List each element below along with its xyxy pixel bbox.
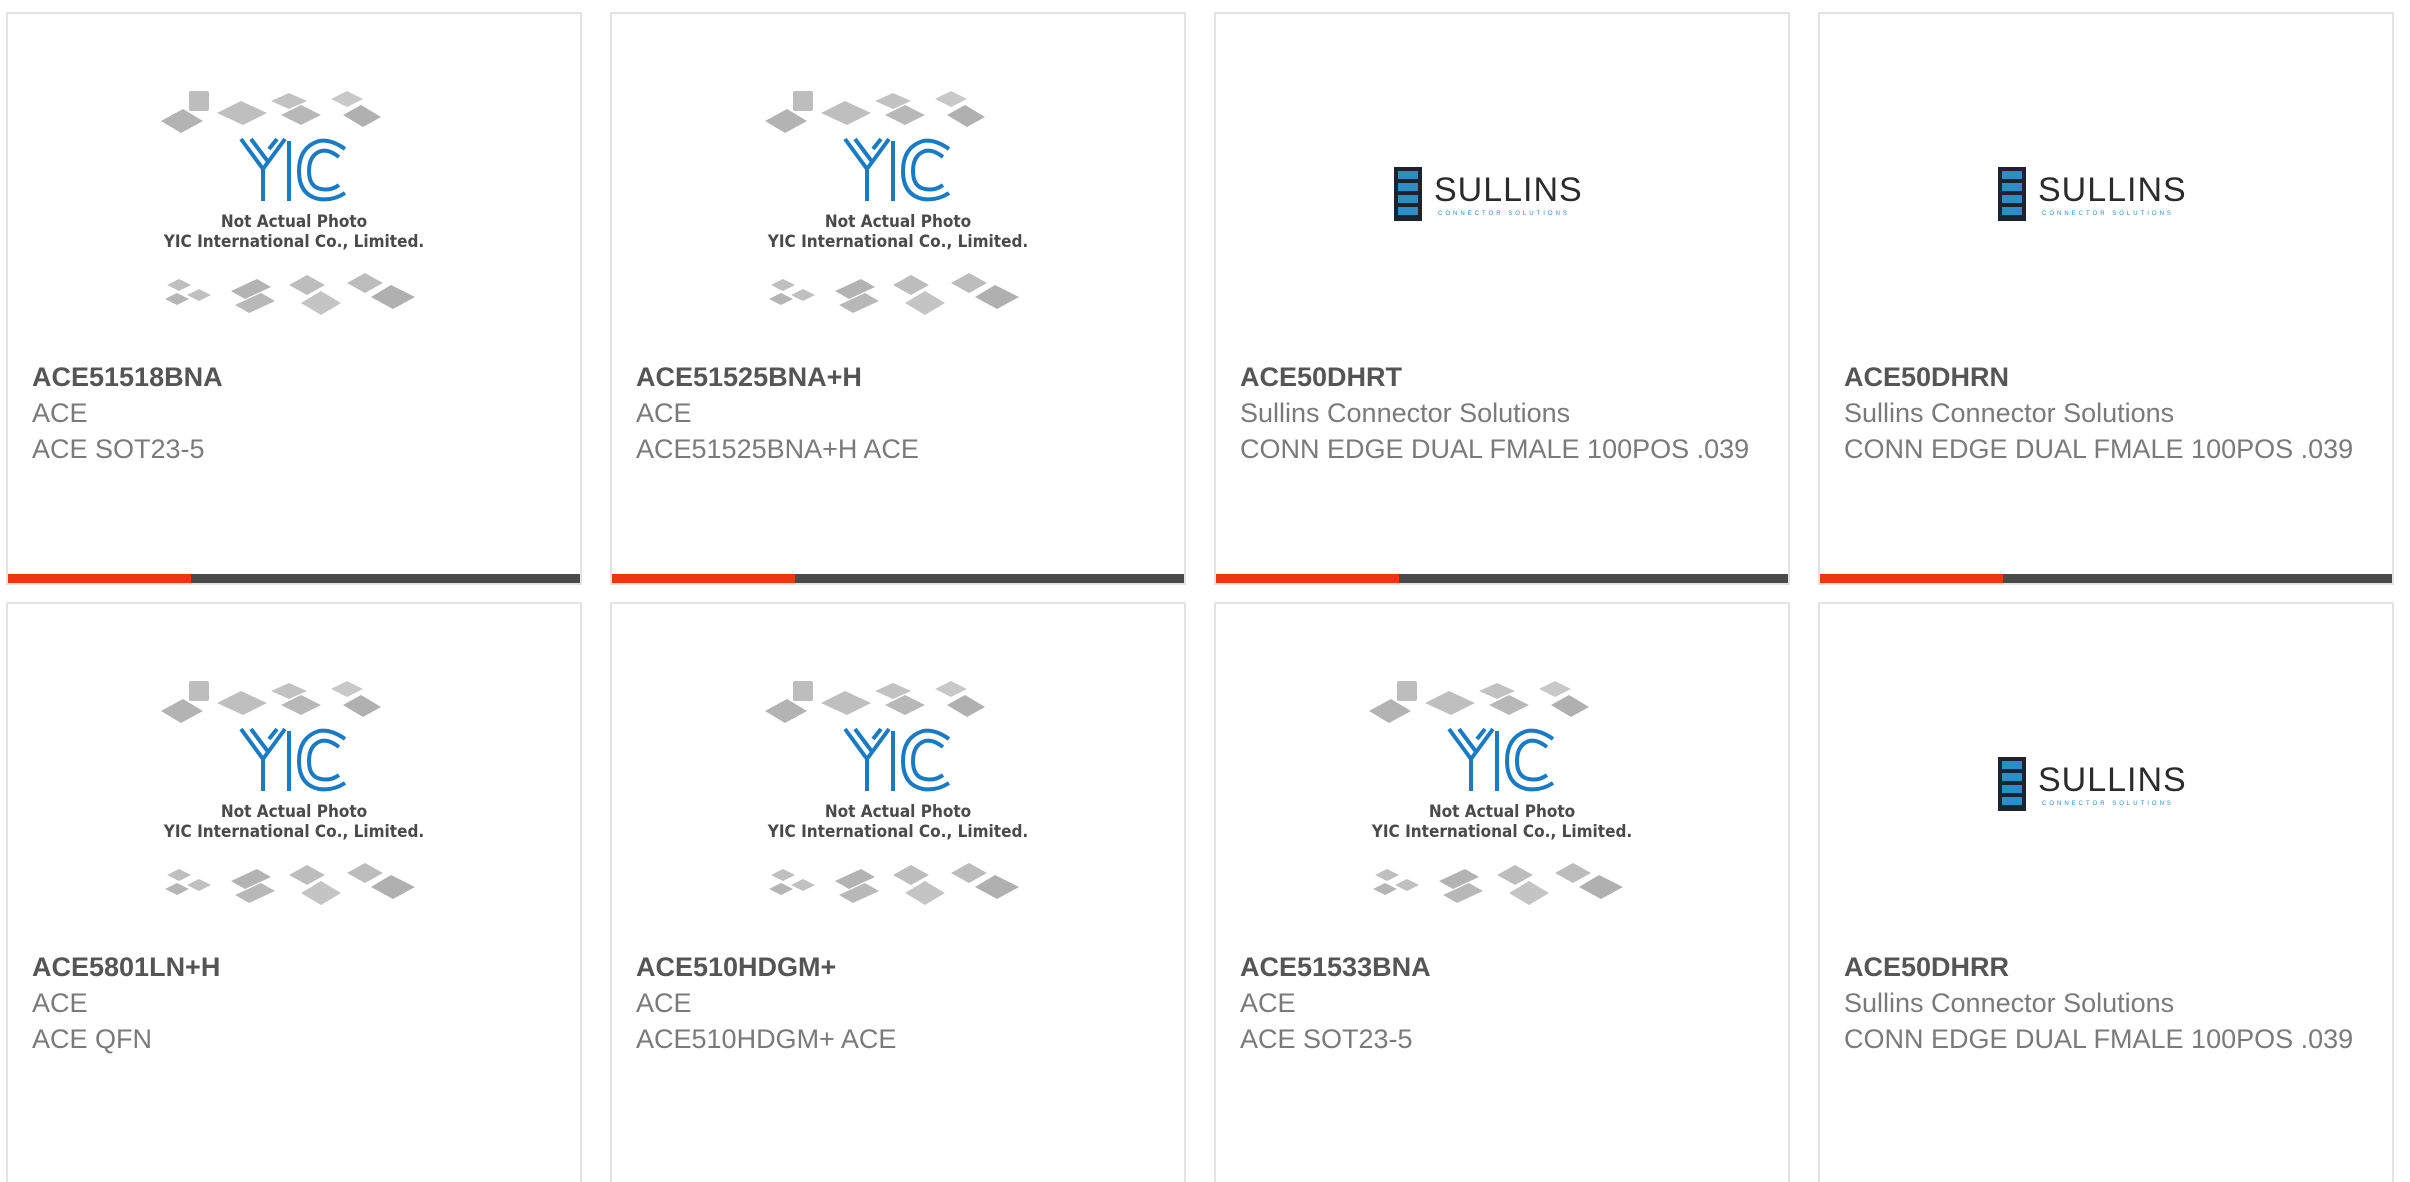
product-brand: Sullins Connector Solutions xyxy=(1844,988,2175,1018)
product-grid: Not Actual Photo YIC International Co., … xyxy=(0,0,2410,1182)
product-description: ACE SOT23-5 xyxy=(32,434,205,464)
product-image-yic[interactable]: Not Actual Photo YIC International Co., … xyxy=(612,679,1184,949)
product-part-number[interactable]: ACE50DHRR xyxy=(1844,949,2372,985)
product-card[interactable]: Not Actual Photo YIC International Co., … xyxy=(1214,602,1790,1182)
chip-icons-bottom xyxy=(165,273,415,315)
sullins-wordmark: SULLINS xyxy=(2038,761,2187,799)
product-card[interactable]: Not Actual Photo YIC International Co., … xyxy=(6,12,582,585)
card-bottom-bar xyxy=(612,574,1184,583)
yic-caption-line1: Not Actual Photo xyxy=(221,802,367,822)
product-card[interactable]: Not Actual Photo YIC International Co., … xyxy=(6,602,582,1182)
chip-icons-top xyxy=(161,681,381,723)
product-brand: ACE xyxy=(636,988,692,1018)
product-info: ACE51518BNA ACE ACE SOT23-5 xyxy=(32,359,560,467)
product-part-number[interactable]: ACE5801LN+H xyxy=(32,949,560,985)
sullins-logo-image: SULLINS CONNECTOR SOLUTIONS xyxy=(1394,167,1583,221)
yic-caption-line1: Not Actual Photo xyxy=(221,212,367,232)
product-description: ACE510HDGM+ ACE xyxy=(636,1024,897,1054)
product-card[interactable]: SULLINS CONNECTOR SOLUTIONS ACE50DHRN Su… xyxy=(1818,12,2394,585)
sullins-tagline: CONNECTOR SOLUTIONS xyxy=(2042,801,2174,807)
chip-icons-bottom xyxy=(769,863,1019,905)
sullins-logo-icon xyxy=(1998,757,2026,811)
product-brand: Sullins Connector Solutions xyxy=(1240,398,1571,428)
yic-logo-icon xyxy=(1447,727,1555,792)
yic-caption-line1: Not Actual Photo xyxy=(825,802,971,822)
product-card[interactable]: Not Actual Photo YIC International Co., … xyxy=(610,12,1186,585)
chip-icons-top xyxy=(765,91,985,133)
product-info: ACE50DHRT Sullins Connector Solutions CO… xyxy=(1240,359,1768,467)
product-brand: ACE xyxy=(32,398,88,428)
product-info: ACE5801LN+H ACE ACE QFN xyxy=(32,949,560,1057)
sullins-logo-image: SULLINS CONNECTOR SOLUTIONS xyxy=(1998,167,2187,221)
product-part-number[interactable]: ACE510HDGM+ xyxy=(636,949,1164,985)
product-info: ACE51533BNA ACE ACE SOT23-5 xyxy=(1240,949,1768,1057)
yic-placeholder-image: Not Actual Photo YIC International Co., … xyxy=(161,91,424,315)
product-brand: ACE xyxy=(32,988,88,1018)
product-part-number[interactable]: ACE51533BNA xyxy=(1240,949,1768,985)
yic-caption-line1: Not Actual Photo xyxy=(1429,802,1575,822)
yic-caption-line2: YIC International Co., Limited. xyxy=(767,232,1028,252)
product-part-number[interactable]: ACE50DHRN xyxy=(1844,359,2372,395)
product-brand: ACE xyxy=(1240,988,1296,1018)
product-description: ACE51525BNA+H ACE xyxy=(636,434,919,464)
product-image-sullins[interactable]: SULLINS CONNECTOR SOLUTIONS xyxy=(1820,154,2392,234)
chip-icons-top xyxy=(161,91,381,133)
yic-logo-icon xyxy=(239,727,347,792)
product-part-number[interactable]: ACE50DHRT xyxy=(1240,359,1768,395)
sullins-logo-icon xyxy=(1394,167,1422,221)
product-description: ACE SOT23-5 xyxy=(1240,1024,1413,1054)
chip-icons-bottom xyxy=(165,863,415,905)
chip-icons-top xyxy=(1369,681,1589,723)
product-image-yic[interactable]: Not Actual Photo YIC International Co., … xyxy=(8,89,580,359)
product-part-number[interactable]: ACE51518BNA xyxy=(32,359,560,395)
sullins-tagline: CONNECTOR SOLUTIONS xyxy=(2042,211,2174,217)
product-description: CONN EDGE DUAL FMALE 100POS .039 xyxy=(1240,434,1750,464)
product-image-yic[interactable]: Not Actual Photo YIC International Co., … xyxy=(8,679,580,949)
product-brand: Sullins Connector Solutions xyxy=(1844,398,2175,428)
product-image-sullins[interactable]: SULLINS CONNECTOR SOLUTIONS xyxy=(1820,744,2392,824)
product-part-number[interactable]: ACE51525BNA+H xyxy=(636,359,1164,395)
yic-caption-line2: YIC International Co., Limited. xyxy=(1371,822,1632,842)
product-card[interactable]: SULLINS CONNECTOR SOLUTIONS ACE50DHRT Su… xyxy=(1214,12,1790,585)
product-card[interactable]: SULLINS CONNECTOR SOLUTIONS ACE50DHRR Su… xyxy=(1818,602,2394,1182)
product-description: CONN EDGE DUAL FMALE 100POS .039 xyxy=(1844,434,2354,464)
sullins-wordmark: SULLINS xyxy=(2038,171,2187,209)
yic-placeholder-image: Not Actual Photo YIC International Co., … xyxy=(161,681,424,905)
product-info: ACE510HDGM+ ACE ACE510HDGM+ ACE xyxy=(636,949,1164,1057)
card-accent-bar xyxy=(1820,574,2003,583)
product-image-sullins[interactable]: SULLINS CONNECTOR SOLUTIONS xyxy=(1216,154,1788,234)
product-description: CONN EDGE DUAL FMALE 100POS .039 xyxy=(1844,1024,2354,1054)
yic-caption-line1: Not Actual Photo xyxy=(825,212,971,232)
yic-logo-icon xyxy=(843,137,951,202)
yic-caption-line2: YIC International Co., Limited. xyxy=(767,822,1028,842)
yic-caption-line2: YIC International Co., Limited. xyxy=(163,822,424,842)
yic-logo-icon xyxy=(843,727,951,792)
chip-icons-bottom xyxy=(769,273,1019,315)
product-info: ACE50DHRR Sullins Connector Solutions CO… xyxy=(1844,949,2372,1057)
yic-placeholder-image: Not Actual Photo YIC International Co., … xyxy=(765,681,1028,905)
card-bottom-bar xyxy=(1216,574,1788,583)
sullins-tagline: CONNECTOR SOLUTIONS xyxy=(1438,211,1570,217)
sullins-logo-icon xyxy=(1998,167,2026,221)
sullins-logo-image: SULLINS CONNECTOR SOLUTIONS xyxy=(1998,757,2187,811)
sullins-wordmark: SULLINS xyxy=(1434,171,1583,209)
product-card[interactable]: Not Actual Photo YIC International Co., … xyxy=(610,602,1186,1182)
chip-icons-top xyxy=(765,681,985,723)
product-image-yic[interactable]: Not Actual Photo YIC International Co., … xyxy=(1216,679,1788,949)
chip-icons-bottom xyxy=(1373,863,1623,905)
product-description: ACE QFN xyxy=(32,1024,153,1054)
card-accent-bar xyxy=(8,574,191,583)
product-info: ACE50DHRN Sullins Connector Solutions CO… xyxy=(1844,359,2372,467)
card-accent-bar xyxy=(1216,574,1399,583)
product-image-yic[interactable]: Not Actual Photo YIC International Co., … xyxy=(612,89,1184,359)
yic-placeholder-image: Not Actual Photo YIC International Co., … xyxy=(1369,681,1632,905)
yic-caption-line2: YIC International Co., Limited. xyxy=(163,232,424,252)
card-accent-bar xyxy=(612,574,795,583)
card-bottom-bar xyxy=(1820,574,2392,583)
yic-logo-icon xyxy=(239,137,347,202)
product-info: ACE51525BNA+H ACE ACE51525BNA+H ACE xyxy=(636,359,1164,467)
yic-placeholder-image: Not Actual Photo YIC International Co., … xyxy=(765,91,1028,315)
card-bottom-bar xyxy=(8,574,580,583)
product-brand: ACE xyxy=(636,398,692,428)
